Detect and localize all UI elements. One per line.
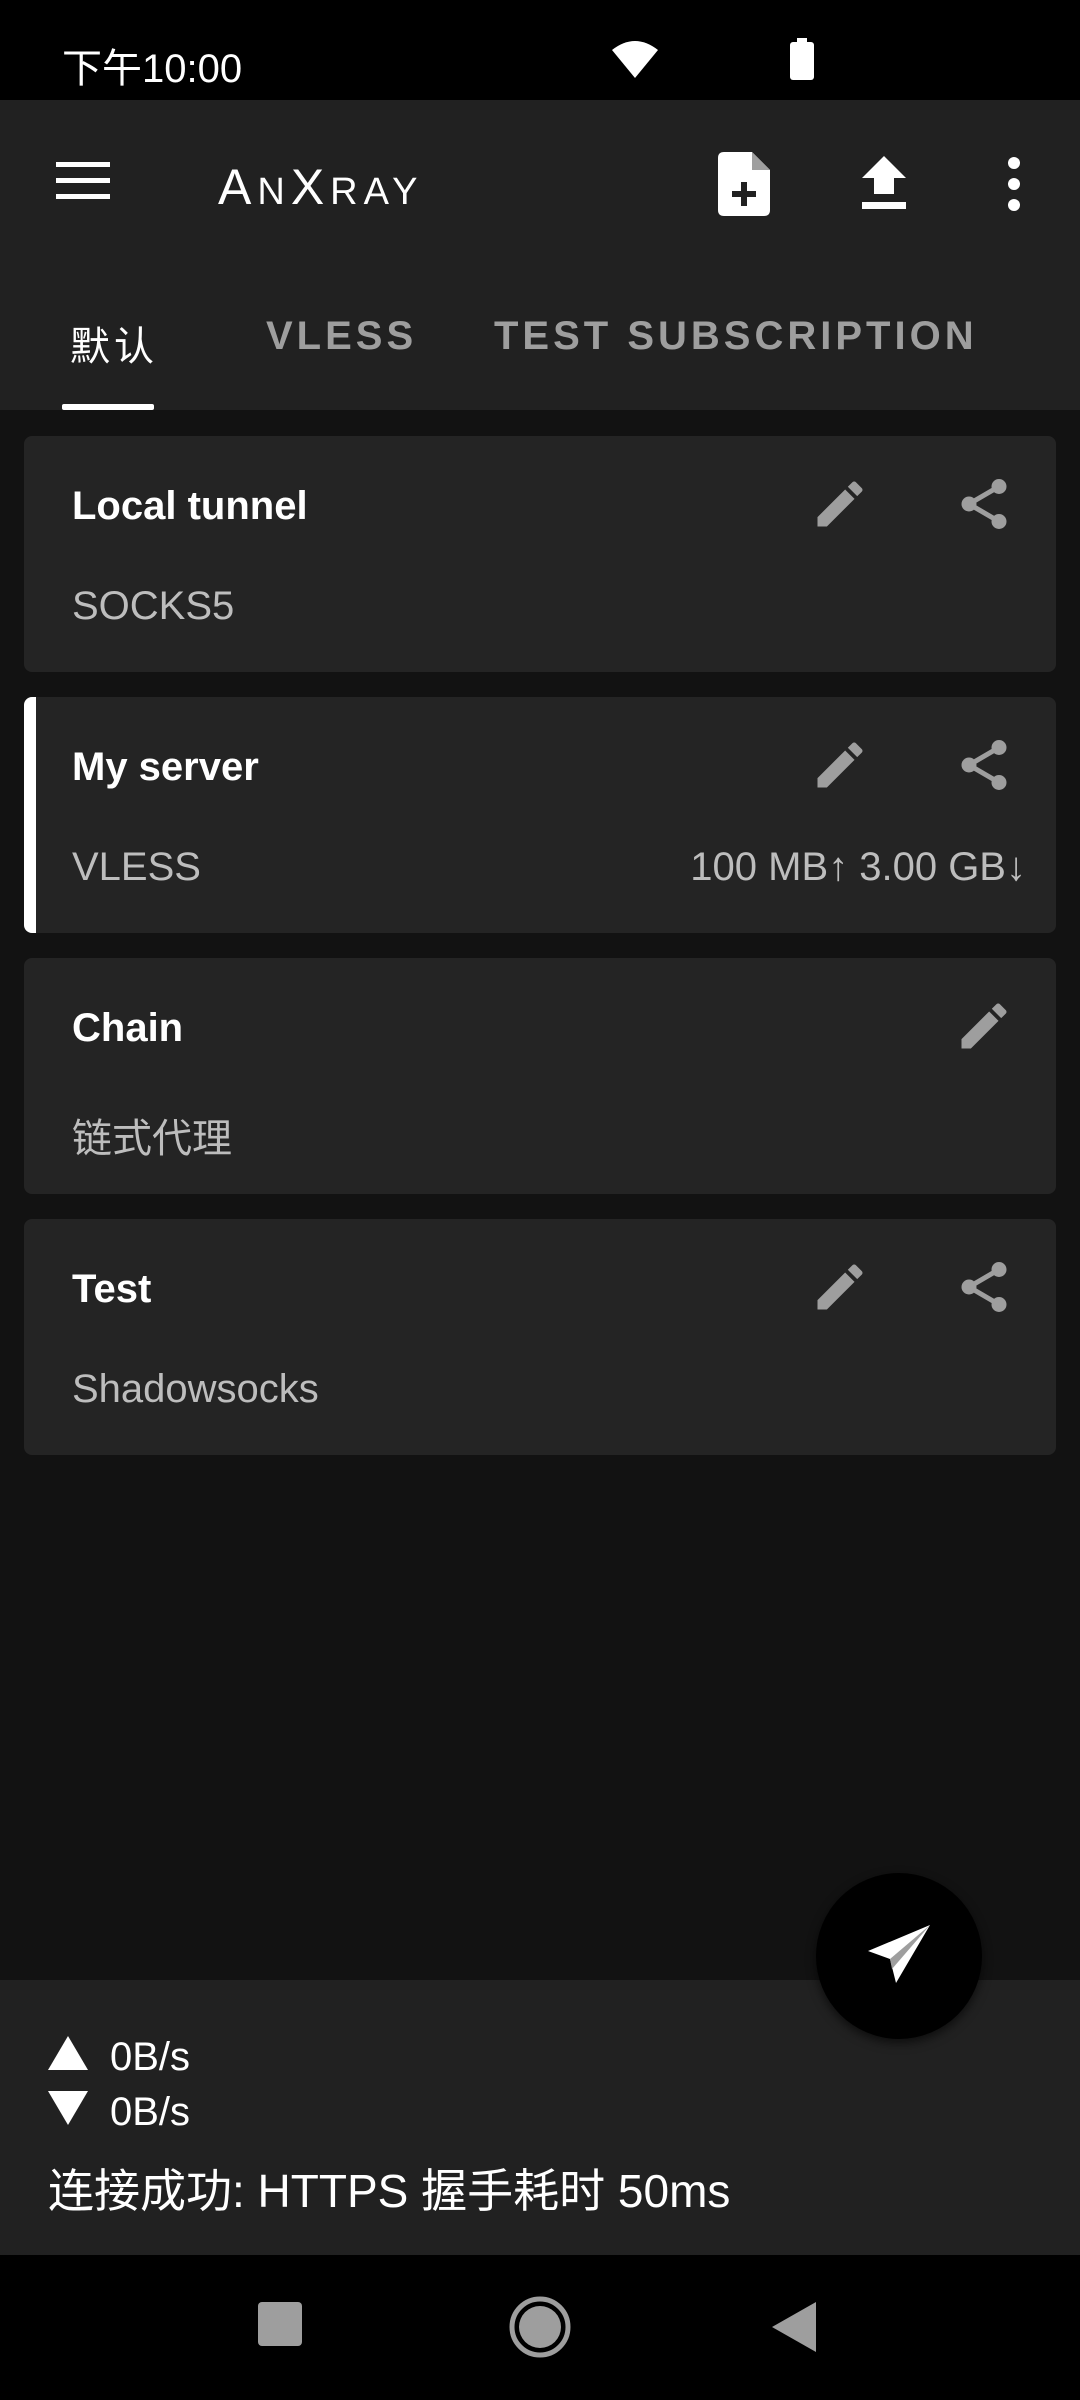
profile-card-local-tunnel[interactable]: Local tunnel SOCKS5 (24, 436, 1056, 672)
wifi-icon (612, 41, 658, 78)
app-title: ANXRAY (218, 158, 424, 216)
more-vert-icon[interactable] (1000, 156, 1028, 212)
tab-test-subscription[interactable]: TEST SUBSCRIPTION (494, 314, 978, 359)
app-title-part-1: A (218, 159, 258, 215)
tab-default[interactable]: 默认 (70, 314, 158, 372)
profile-card-test[interactable]: Test Shadowsocks (24, 1219, 1056, 1455)
share-icon[interactable] (954, 1257, 1014, 1317)
edit-icon[interactable] (810, 735, 870, 795)
upload-speed-row: 0B/s (48, 2035, 190, 2080)
download-speed-row: 0B/s (48, 2090, 190, 2135)
menu-icon[interactable] (54, 160, 114, 202)
download-speed: 0B/s (110, 2090, 191, 2134)
app-title-part-2: N (257, 171, 291, 213)
status-time: 下午10:00 (62, 47, 243, 91)
tab-bar: 默认 VLESS TEST SUBSCRIPTION (0, 280, 1080, 410)
share-icon[interactable] (954, 474, 1014, 534)
app-title-part-4: RAY (330, 171, 424, 213)
tab-vless[interactable]: VLESS (266, 314, 417, 359)
battery-icon (790, 38, 814, 80)
back-icon[interactable] (772, 2302, 816, 2352)
profile-name: Test (72, 1267, 152, 1311)
profile-type: 链式代理 (72, 1117, 232, 1161)
system-nav-bar (0, 2255, 1080, 2400)
profile-type: VLESS (72, 845, 201, 889)
upload-speed: 0B/s (110, 2035, 191, 2079)
send-icon (868, 1925, 930, 1983)
upload-arrow-icon (48, 2036, 88, 2070)
connection-status[interactable]: 连接成功: HTTPS 握手耗时 50ms (48, 2155, 730, 2221)
profile-type: SOCKS5 (72, 584, 235, 628)
app-title-part-3: X (290, 159, 331, 215)
recents-icon[interactable] (258, 2302, 302, 2346)
upload-icon[interactable] (860, 156, 908, 212)
profile-card-chain[interactable]: Chain 链式代理 (24, 958, 1056, 1194)
home-icon[interactable] (508, 2295, 572, 2359)
connect-fab[interactable] (816, 1873, 982, 2039)
tab-indicator (62, 404, 154, 410)
edit-icon[interactable] (810, 474, 870, 534)
download-arrow-icon (48, 2091, 88, 2125)
profile-name: Local tunnel (72, 484, 308, 528)
profile-name: My server (72, 745, 259, 789)
edit-icon[interactable] (954, 996, 1014, 1056)
profile-type: Shadowsocks (72, 1367, 319, 1411)
edit-icon[interactable] (810, 1257, 870, 1317)
profile-traffic: 100 MB↑ 3.00 GB↓ (690, 845, 1026, 889)
new-file-icon[interactable] (718, 152, 770, 216)
status-bar: 下午10:00 (0, 0, 1080, 100)
profile-name: Chain (72, 1006, 184, 1050)
share-icon[interactable] (954, 735, 1014, 795)
profile-card-my-server[interactable]: My server VLESS 100 MB↑ 3.00 GB↓ (24, 697, 1056, 933)
